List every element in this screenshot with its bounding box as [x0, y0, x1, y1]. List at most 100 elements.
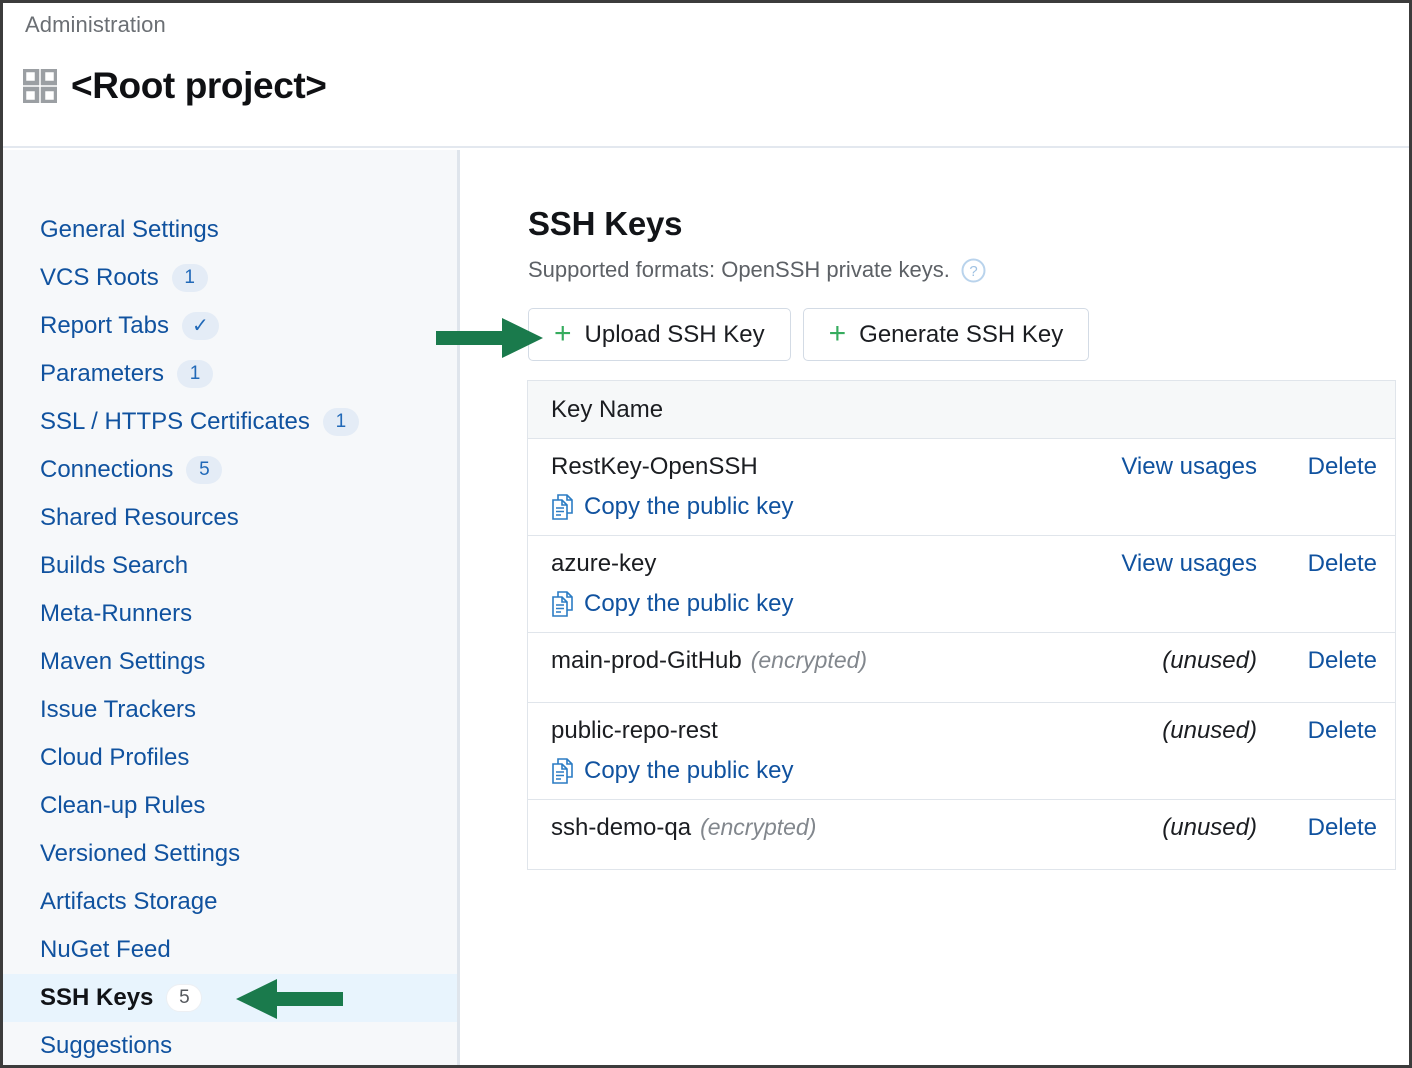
page-header: Administration <Root project>	[3, 3, 1409, 148]
supported-formats-text: Supported formats: OpenSSH private keys.	[528, 257, 950, 282]
unused-status: (unused)	[1162, 647, 1257, 674]
main-content: SSH Keys Supported formats: OpenSSH priv…	[463, 150, 1409, 1065]
key-name: ssh-demo-qa	[551, 814, 692, 841]
delete-link[interactable]: Delete	[1257, 717, 1377, 745]
sidebar-item-badge: 5	[166, 984, 203, 1012]
sidebar-item-nuget-feed[interactable]: NuGet Feed	[3, 926, 457, 974]
table-row: main-prod-GitHub (encrypted) (unused) Delet…	[528, 633, 1395, 703]
key-name: public-repo-rest	[551, 717, 718, 744]
upload-ssh-key-label: Upload SSH Key	[584, 320, 765, 348]
copy-public-key-link[interactable]: Copy the public key	[528, 493, 1395, 521]
plus-icon: +	[554, 316, 572, 350]
unused-status: (unused)	[1162, 717, 1257, 744]
plus-icon: +	[828, 316, 847, 350]
sidebar-item-badge: 5	[186, 456, 223, 484]
sidebar-item-label: Suggestions	[40, 1032, 173, 1059]
subtitle-row: Supported formats: OpenSSH private keys.…	[528, 257, 986, 283]
sidebar-item-label: Cloud Profiles	[40, 744, 190, 771]
section-title: SSH Keys	[528, 205, 683, 242]
delete-link[interactable]: Delete	[1257, 550, 1377, 578]
sidebar-item-label: Parameters	[40, 360, 165, 387]
delete-link[interactable]: Delete	[1257, 647, 1377, 675]
sidebar-item-label: Clean-up Rules	[40, 792, 206, 819]
table-row-main: public-repo-rest (unused) Delete	[528, 717, 1395, 745]
check-icon: ✓	[191, 315, 209, 337]
sidebar-item-label: SSH Keys	[40, 984, 154, 1011]
copy-document-icon	[552, 591, 573, 617]
sidebar-item-issue-trackers[interactable]: Issue Trackers	[3, 686, 457, 734]
sidebar-item-ssl-https-certificates[interactable]: SSL / HTTPS Certificates 1	[3, 398, 457, 446]
sidebar-item-badge: 1	[171, 264, 208, 292]
sidebar-item-badge: 1	[177, 360, 214, 388]
sidebar-item-connections[interactable]: Connections 5	[3, 446, 457, 494]
table-row-main: ssh-demo-qa (encrypted) (unused) Delete	[528, 814, 1395, 842]
sidebar-item-vcs-roots[interactable]: VCS Roots 1	[3, 254, 457, 302]
sidebar-item-label: Shared Resources	[40, 504, 239, 531]
copy-document-icon	[552, 494, 573, 520]
table-body: RestKey-OpenSSH View usages Delete Copy th…	[528, 439, 1395, 870]
sidebar-item-label: VCS Roots	[40, 264, 159, 291]
generate-ssh-key-label: Generate SSH Key	[859, 320, 1064, 348]
sidebar-item-meta-runners[interactable]: Meta-Runners	[3, 590, 457, 638]
ssh-keys-table: Key Name RestKey-OpenSSH View usages Delet…	[527, 380, 1396, 870]
sidebar-item-general-settings[interactable]: General Settings	[3, 206, 457, 254]
help-circle-icon[interactable]: ?	[961, 258, 986, 283]
sidebar-item-label: Artifacts Storage	[40, 888, 218, 915]
sidebar-item-cloud-profiles[interactable]: Cloud Profiles	[3, 734, 457, 782]
sidebar-item-badge: 1	[322, 408, 359, 436]
key-encrypted-flag: (encrypted)	[750, 647, 868, 673]
sidebar-item-ssh-keys[interactable]: SSH Keys 5	[3, 974, 457, 1022]
delete-link[interactable]: Delete	[1257, 453, 1377, 481]
table-row: public-repo-rest (unused) Delete Copy the …	[528, 703, 1395, 800]
copy-public-key-label: Copy the public key	[584, 757, 794, 784]
sidebar-item-maven-settings[interactable]: Maven Settings	[3, 638, 457, 686]
administration-page: Administration <Root project> General Se…	[0, 0, 1412, 1068]
table-row: ssh-demo-qa (encrypted) (unused) Delete	[528, 800, 1395, 870]
table-row-main: main-prod-GitHub (encrypted) (unused) Delet…	[528, 647, 1395, 675]
sidebar-item-artifacts-storage[interactable]: Artifacts Storage	[3, 878, 457, 926]
sidebar-item-parameters[interactable]: Parameters 1	[3, 350, 457, 398]
sidebar-item-builds-search[interactable]: Builds Search	[3, 542, 457, 590]
sidebar-item-label: Maven Settings	[40, 648, 206, 675]
view-usages-link[interactable]: View usages	[987, 550, 1257, 578]
arrow-pointing-to-ssh-keys-nav	[236, 979, 343, 1019]
delete-link[interactable]: Delete	[1257, 814, 1377, 842]
sidebar-item-label: Versioned Settings	[40, 840, 241, 867]
grid-icon	[23, 69, 57, 103]
copy-document-icon	[552, 758, 573, 784]
sidebar-item-label: General Settings	[40, 216, 219, 243]
table-header-row: Key Name	[528, 381, 1395, 439]
generate-ssh-key-button[interactable]: + Generate SSH Key	[802, 308, 1090, 361]
sidebar-item-label: Issue Trackers	[40, 696, 197, 723]
copy-public-key-label: Copy the public key	[584, 493, 794, 520]
table-row-main: RestKey-OpenSSH View usages Delete	[528, 453, 1395, 481]
sidebar-item-versioned-settings[interactable]: Versioned Settings	[3, 830, 457, 878]
key-name: azure-key	[551, 550, 657, 577]
table-row: RestKey-OpenSSH View usages Delete Copy th…	[528, 439, 1395, 536]
sidebar-item-label: Meta-Runners	[40, 600, 193, 627]
column-header-key-name: Key Name	[551, 395, 664, 423]
key-name: RestKey-OpenSSH	[551, 453, 758, 480]
sidebar-item-suggestions[interactable]: Suggestions	[3, 1022, 457, 1065]
svg-text:?: ?	[969, 263, 977, 280]
key-encrypted-flag: (encrypted)	[700, 814, 817, 840]
sidebar-item-shared-resources[interactable]: Shared Resources	[3, 494, 457, 542]
sidebar-item-clean-up-rules[interactable]: Clean-up Rules	[3, 782, 457, 830]
copy-public-key-link[interactable]: Copy the public key	[528, 590, 1395, 618]
sidebar-item-label: Builds Search	[40, 552, 189, 579]
arrow-pointing-to-upload-ssh-key	[436, 318, 543, 358]
page-title: <Root project>	[71, 65, 327, 106]
table-row-main: azure-key View usages Delete	[528, 550, 1395, 578]
settings-sidebar: General Settings VCS Roots 1 Report Tabs ✓ Pa…	[3, 150, 460, 1065]
sidebar-item-report-tabs[interactable]: Report Tabs ✓	[3, 302, 457, 350]
key-name: main-prod-GitHub	[551, 647, 742, 674]
view-usages-link[interactable]: View usages	[987, 453, 1257, 481]
sidebar-item-label: SSL / HTTPS Certificates	[40, 408, 310, 435]
breadcrumb: Administration	[25, 12, 166, 37]
table-row: azure-key View usages Delete Copy the publ…	[528, 536, 1395, 633]
upload-ssh-key-button[interactable]: + Upload SSH Key	[528, 308, 791, 361]
copy-public-key-link[interactable]: Copy the public key	[528, 757, 1395, 785]
sidebar-item-label: NuGet Feed	[40, 936, 171, 963]
sidebar-item-label: Connections	[40, 456, 174, 483]
sidebar-item-label: Report Tabs	[40, 312, 169, 339]
